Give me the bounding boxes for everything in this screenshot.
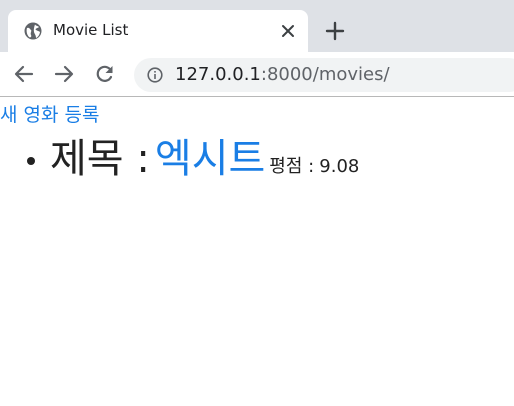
close-icon[interactable] xyxy=(278,21,298,41)
rating-value: 9.08 xyxy=(319,156,360,177)
browser-toolbar: 127.0.0.1:8000/movies/ xyxy=(0,52,514,97)
page-content: 새 영화 등록 제목 : 엑시트 평점 : 9.08 xyxy=(0,98,514,406)
tab-title: Movie List xyxy=(53,21,129,39)
arrow-right-icon[interactable] xyxy=(53,63,75,85)
url-text[interactable]: 127.0.0.1:8000/movies/ xyxy=(175,64,390,85)
movie-heading: 제목 : 엑시트 평점 : 9.08 xyxy=(50,126,359,184)
url-path: :8000/movies/ xyxy=(260,64,390,85)
arrow-left-icon[interactable] xyxy=(13,63,35,85)
reload-icon[interactable] xyxy=(94,63,116,85)
address-bar[interactable]: 127.0.0.1:8000/movies/ xyxy=(134,58,514,92)
movie-title-link[interactable]: 엑시트 xyxy=(155,136,265,182)
url-host: 127.0.0.1 xyxy=(175,64,261,85)
list-item: 제목 : 엑시트 평점 : 9.08 xyxy=(0,126,514,182)
movie-list: 제목 : 엑시트 평점 : 9.08 xyxy=(0,126,514,182)
active-tab[interactable]: Movie List xyxy=(8,10,308,52)
globe-icon xyxy=(24,22,42,40)
browser-tab-strip: Movie List xyxy=(0,0,514,52)
rating-label: 평점 : xyxy=(269,156,315,177)
info-icon[interactable] xyxy=(147,67,163,83)
plus-icon[interactable] xyxy=(324,20,346,42)
new-movie-link[interactable]: 새 영화 등록 xyxy=(0,100,99,127)
bullet-marker xyxy=(27,157,35,165)
title-label: 제목 : xyxy=(50,136,150,182)
